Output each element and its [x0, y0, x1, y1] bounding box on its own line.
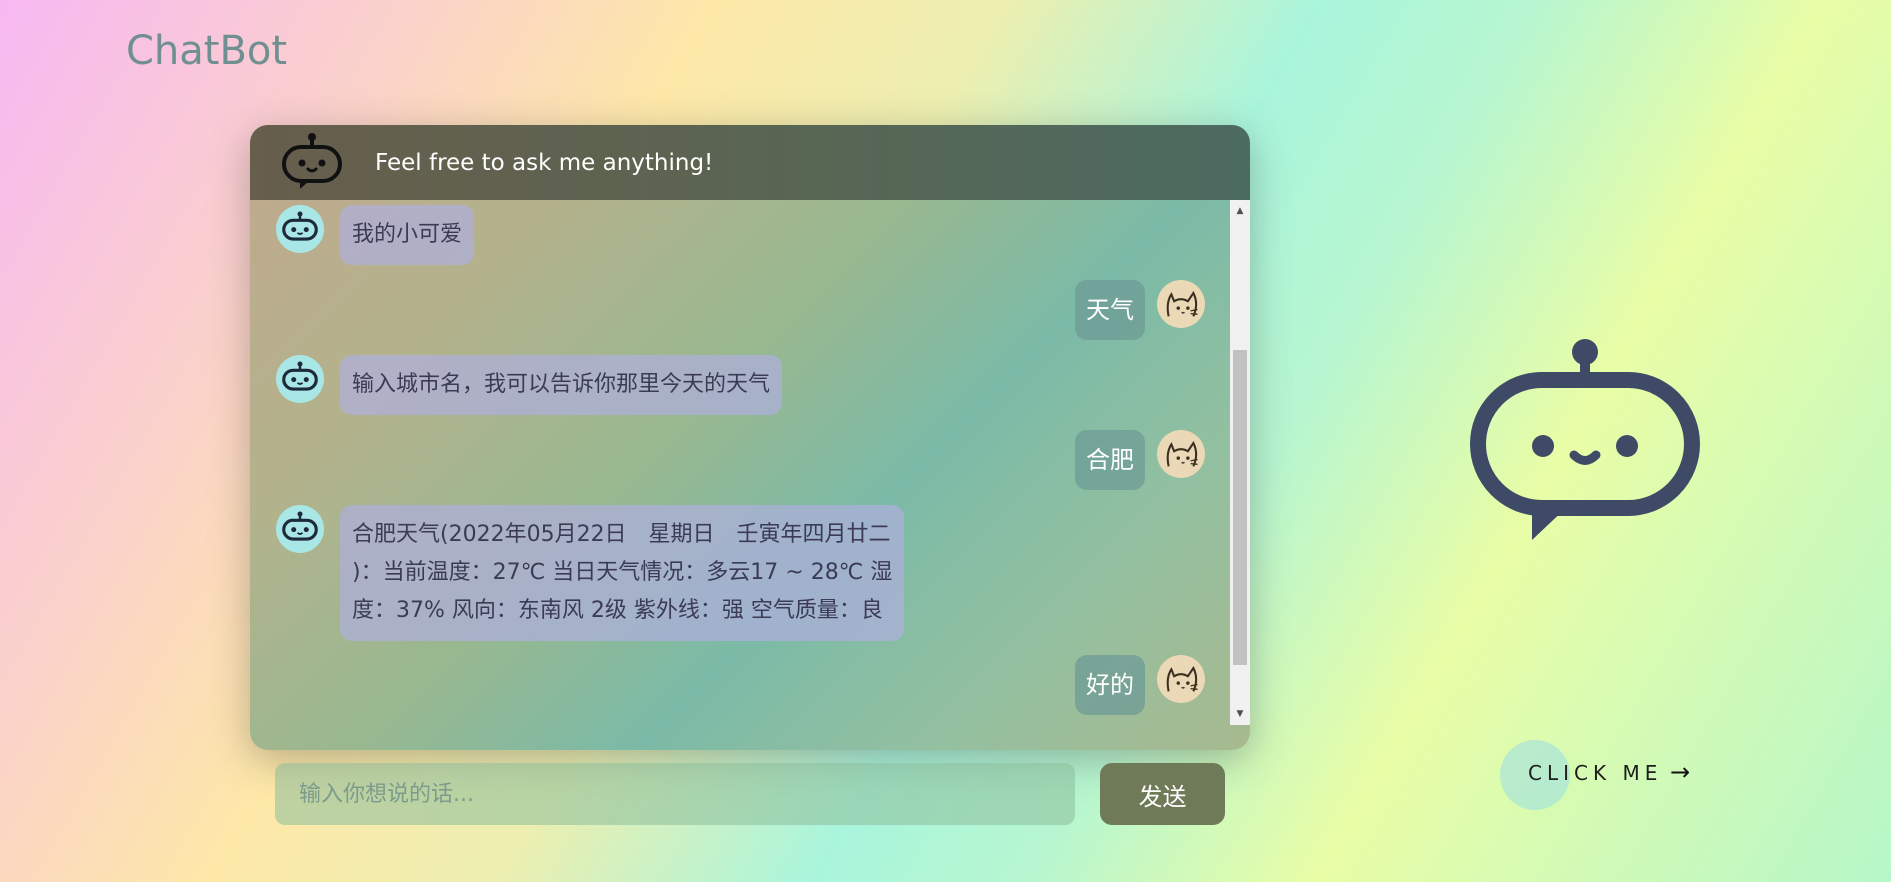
user-message-text: 好的 — [1075, 655, 1145, 715]
bot-avatar — [276, 205, 324, 253]
bot-message-text: 我的小可爱 — [340, 205, 475, 265]
user-message: 好的 — [1075, 655, 1205, 715]
user-avatar — [1157, 430, 1205, 478]
bot-avatar — [276, 355, 324, 403]
app-brand: ChatBot — [126, 28, 288, 74]
arrow-right-icon: → — [1670, 758, 1691, 786]
message-input[interactable] — [275, 763, 1075, 825]
robot-icon — [282, 211, 318, 241]
scroll-down-icon[interactable]: ▼ — [1230, 705, 1250, 723]
send-button[interactable]: 发送 — [1100, 763, 1225, 825]
bot-message-line: )：当前温度：27℃ 当日天气情况：多云17 ~ 28℃ 湿 — [352, 560, 893, 585]
chat-header: Feel free to ask me anything! — [250, 125, 1250, 200]
message-list[interactable]: 我的小可爱 天气 输入城市名，我可以告诉你那里今天的天气 合肥 合肥天气(202… — [250, 200, 1250, 750]
bot-message-line: 度：37% 风向：东南风 2级 紫外线：强 空气质量：良 — [352, 598, 883, 623]
robot-icon — [282, 361, 318, 391]
user-message-text: 合肥 — [1075, 430, 1145, 490]
click-me-label: CLICK ME — [1528, 761, 1663, 785]
bot-message-text: 输入城市名，我可以告诉你那里今天的天气 — [340, 355, 783, 415]
bot-message-text: 合肥天气(2022年05月22日 星期日 壬寅年四月廿二 )：当前温度：27℃ … — [340, 505, 905, 641]
bot-message-line: 合肥天气(2022年05月22日 星期日 壬寅年四月廿二 — [352, 522, 891, 547]
cat-icon — [1166, 665, 1198, 692]
scrollbar-thumb[interactable] — [1233, 350, 1247, 665]
user-message: 合肥 — [1075, 430, 1205, 490]
user-avatar — [1157, 655, 1205, 703]
cat-icon — [1166, 290, 1198, 317]
robot-icon — [282, 511, 318, 541]
user-message: 天气 — [1075, 280, 1205, 340]
chat-header-title: Feel free to ask me anything! — [375, 149, 714, 176]
message-list-scrollbar[interactable]: ▲ ▼ — [1230, 200, 1250, 725]
bot-avatar — [276, 505, 324, 553]
robot-chat-bubble-icon — [1470, 339, 1700, 540]
chat-window: Feel free to ask me anything! 我的小可爱 天气 输… — [250, 125, 1250, 750]
user-avatar — [1157, 280, 1205, 328]
cat-icon — [1166, 440, 1198, 467]
scroll-up-icon[interactable]: ▲ — [1230, 202, 1250, 220]
composer: 发送 — [275, 763, 1225, 825]
bot-message: 输入城市名，我可以告诉你那里今天的天气 — [276, 355, 783, 415]
click-me-button[interactable]: CLICK ME → — [1500, 740, 1710, 810]
user-message-text: 天气 — [1075, 280, 1145, 340]
robot-icon — [282, 132, 342, 189]
bot-message: 我的小可爱 — [276, 205, 475, 265]
bot-message: 合肥天气(2022年05月22日 星期日 壬寅年四月廿二 )：当前温度：27℃ … — [276, 505, 905, 641]
